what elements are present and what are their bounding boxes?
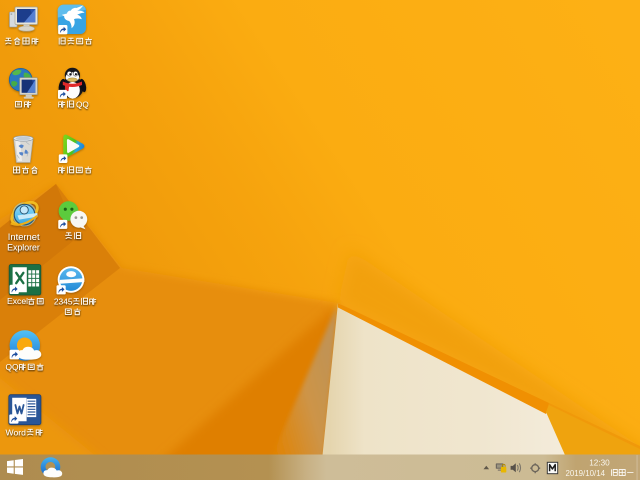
svg-text:2345: 2345 <box>54 296 73 306</box>
svg-text:12:30: 12:30 <box>589 459 610 468</box>
svg-text:2019/10/14: 2019/10/14 <box>566 469 606 478</box>
svg-text:Excel: Excel <box>7 296 28 306</box>
svg-text:Word: Word <box>6 427 27 437</box>
svg-text:Internet: Internet <box>8 231 40 242</box>
svg-text:QQ: QQ <box>6 362 20 372</box>
svg-text:Explorer: Explorer <box>7 242 40 252</box>
svg-text:QQ: QQ <box>76 100 89 109</box>
